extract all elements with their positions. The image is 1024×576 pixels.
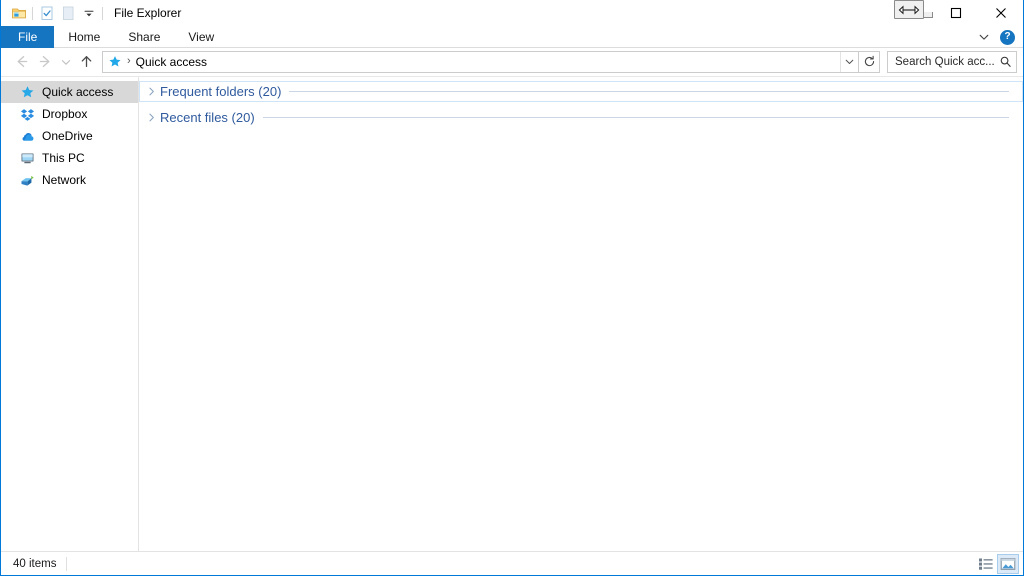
search-icon[interactable] xyxy=(999,55,1012,68)
tab-view[interactable]: View xyxy=(174,26,228,48)
status-divider xyxy=(66,556,68,571)
group-header-recent-files[interactable]: Recent files (20) xyxy=(139,107,1023,128)
quick-access-toolbar: File Explorer xyxy=(1,0,181,26)
sidebar-label-quick-access: Quick access xyxy=(42,85,114,99)
cursor-tail xyxy=(924,12,933,18)
breadcrumb-quick-access[interactable]: Quick access xyxy=(136,55,207,69)
item-count-label: 40 items xyxy=(13,557,57,570)
ribbon-right-controls: ? xyxy=(978,26,1019,48)
tab-home[interactable]: Home xyxy=(54,26,114,48)
onedrive-cloud-icon xyxy=(19,128,35,144)
title-bar: File Explorer xyxy=(1,0,1023,26)
sidebar-label-dropbox: Dropbox xyxy=(42,107,88,121)
forward-button[interactable] xyxy=(33,51,57,73)
sidebar-label-onedrive: OneDrive xyxy=(42,129,93,143)
address-dropdown-icon[interactable] xyxy=(840,51,858,72)
breadcrumb-separator[interactable]: › xyxy=(123,56,136,67)
quick-access-star-icon xyxy=(107,54,123,70)
details-view-button[interactable] xyxy=(975,554,997,574)
new-folder-checkbox-icon[interactable] xyxy=(36,3,57,24)
back-button[interactable] xyxy=(9,51,33,73)
search-box[interactable]: Search Quick acc... xyxy=(887,50,1017,73)
file-explorer-window: File Explorer File Home Share View ? › Q… xyxy=(0,0,1024,576)
customize-qat-dropdown-icon[interactable] xyxy=(78,3,99,24)
chevron-right-icon[interactable] xyxy=(143,109,160,126)
sidebar-label-network: Network xyxy=(42,173,87,187)
address-bar-row: › Quick access Search Quick acc... xyxy=(1,48,1023,76)
window-title: File Explorer xyxy=(114,6,182,20)
search-input[interactable]: Search Quick acc... xyxy=(895,56,999,68)
ribbon-tab-bar: File Home Share View ? xyxy=(1,26,1023,48)
sidebar-label-this-pc: This PC xyxy=(42,151,85,165)
group-rule-recent-files xyxy=(262,117,1009,118)
maximize-button[interactable] xyxy=(933,0,978,26)
star-icon xyxy=(19,84,35,100)
refresh-button[interactable] xyxy=(859,50,880,73)
sidebar-item-onedrive[interactable]: OneDrive xyxy=(1,125,138,147)
chevron-right-icon[interactable] xyxy=(143,83,160,100)
chevron-down-icon[interactable] xyxy=(978,31,990,43)
up-level-button[interactable] xyxy=(74,51,98,73)
qat-separator-2 xyxy=(102,6,103,20)
close-button[interactable] xyxy=(978,0,1023,26)
properties-folder-icon[interactable] xyxy=(8,3,29,24)
blank-page-icon[interactable] xyxy=(57,3,78,24)
computer-icon xyxy=(19,150,35,166)
sidebar-item-network[interactable]: Network xyxy=(1,169,138,191)
tab-file[interactable]: File xyxy=(1,26,55,48)
network-icon xyxy=(19,172,35,188)
file-list-pane: Frequent folders (20) Recent files (20) xyxy=(139,77,1023,551)
large-icons-view-button[interactable] xyxy=(997,553,1019,574)
horizontal-resize-cursor xyxy=(894,0,924,19)
qat-separator-1 xyxy=(32,6,33,20)
sidebar-item-this-pc[interactable]: This PC xyxy=(1,147,138,169)
status-bar: 40 items xyxy=(1,551,1023,575)
address-bar[interactable]: › Quick access xyxy=(102,50,859,73)
sidebar-item-dropbox[interactable]: Dropbox xyxy=(1,103,138,125)
group-title-frequent-folders[interactable]: Frequent folders (20) xyxy=(160,84,289,99)
tab-share[interactable]: Share xyxy=(114,26,174,48)
sidebar-item-quick-access[interactable]: Quick access xyxy=(1,81,138,103)
dropbox-icon xyxy=(19,106,35,122)
recent-locations-dropdown-icon[interactable] xyxy=(57,51,74,73)
main-body: Quick access Dropbox OneDrive This PC Ne… xyxy=(1,76,1023,551)
navigation-pane: Quick access Dropbox OneDrive This PC Ne… xyxy=(1,77,139,551)
group-title-recent-files[interactable]: Recent files (20) xyxy=(160,110,263,125)
group-rule-frequent-folders xyxy=(289,91,1009,92)
help-icon[interactable]: ? xyxy=(1000,29,1015,45)
group-header-frequent-folders[interactable]: Frequent folders (20) xyxy=(139,81,1023,102)
